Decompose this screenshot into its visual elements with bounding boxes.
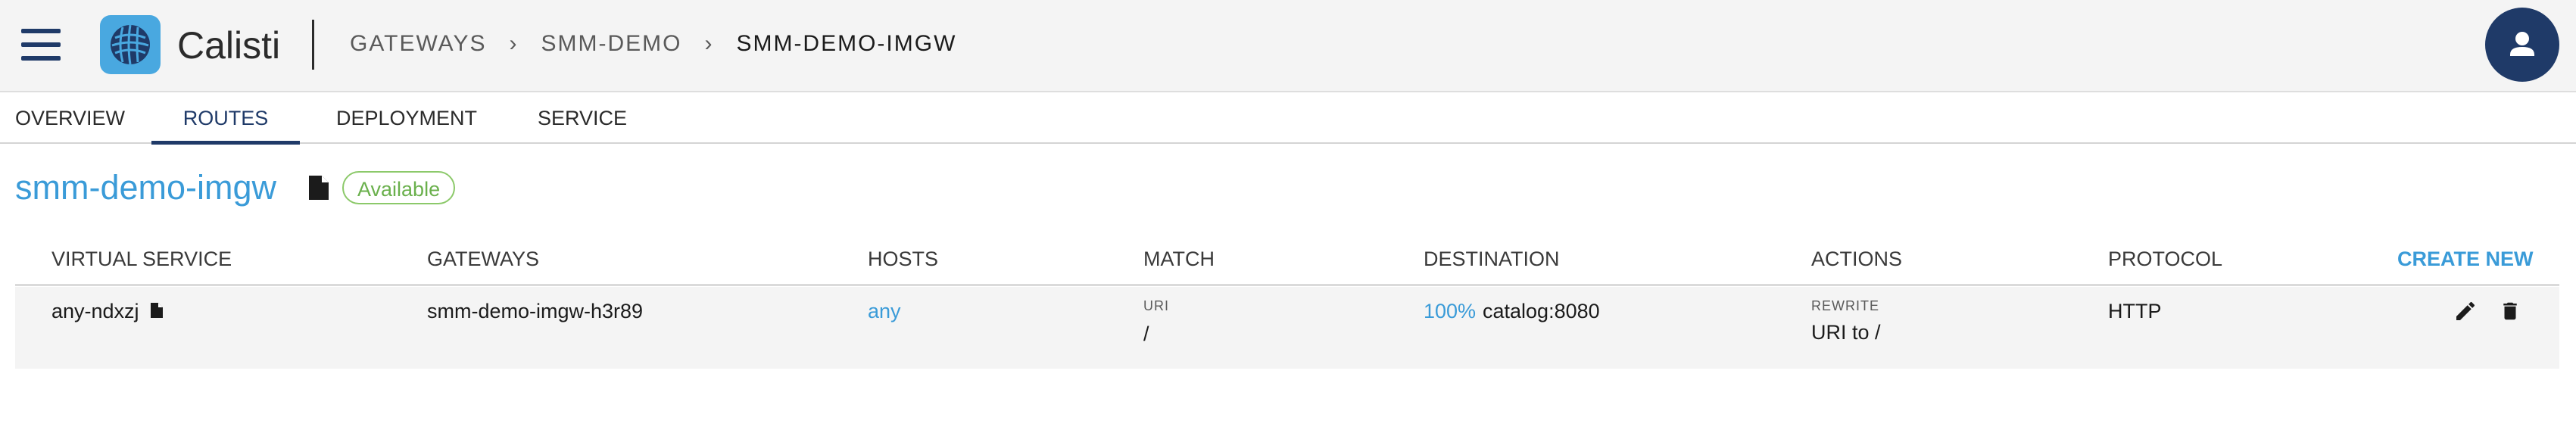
action-value: URI to / [1811,321,1881,344]
tab-bar: OVERVIEW ROUTES DEPLOYMENT SERVICE [0,94,2576,145]
column-header-protocol: PROTOCOL [2108,248,2223,270]
match-value: / [1143,322,1149,345]
app-title: Calisti [177,24,281,67]
table-row: any-ndxzj smm-demo-imgw-h3r89 any URI / … [15,287,2559,369]
tab-overview[interactable]: OVERVIEW [15,94,125,142]
breadcrumb-namespace[interactable]: SMM-DEMO [541,29,681,59]
gateway-name: smm-demo-imgw-h3r89 [427,300,644,322]
action-type-label: REWRITE [1811,298,1879,313]
column-header-gateways: GATEWAYS [427,248,540,270]
routes-table-header: VIRTUAL SERVICE GATEWAYS HOSTS MATCH DES… [15,239,2559,286]
breadcrumb: GATEWAYS › SMM-DEMO › SMM-DEMO-IMGW [350,29,956,59]
trash-icon[interactable] [2499,299,2521,323]
breadcrumb-gateways[interactable]: GATEWAYS [350,29,486,59]
column-header-virtual-service: VIRTUAL SERVICE [51,248,232,270]
pencil-icon[interactable] [2453,299,2478,323]
document-icon[interactable] [307,174,330,201]
column-header-hosts: HOSTS [868,248,939,270]
calisti-logo-icon [100,15,161,74]
tab-routes[interactable]: ROUTES [151,94,300,145]
breadcrumb-chevron-icon: › [509,31,519,56]
match-type-label: URI [1143,298,1169,313]
protocol-value: HTTP [2108,300,2162,322]
host-link[interactable]: any [868,297,901,325]
hamburger-menu-icon[interactable] [21,29,61,61]
header-divider [312,20,314,70]
destination-target: catalog:8080 [1483,300,1600,322]
tab-service[interactable]: SERVICE [538,94,627,142]
column-header-destination: DESTINATION [1424,248,1560,270]
column-header-match: MATCH [1143,248,1215,270]
user-avatar-button[interactable] [2485,8,2559,82]
user-icon [2510,32,2534,56]
destination-weight: 100% [1424,300,1477,322]
create-new-button[interactable]: CREATE NEW [2397,244,2534,274]
status-badge: Available [342,171,456,204]
tab-deployment[interactable]: DEPLOYMENT [336,94,477,142]
document-icon[interactable] [150,302,164,319]
virtual-service-name: any-ndxzj [51,300,139,322]
top-app-bar: Calisti GATEWAYS › SMM-DEMO › SMM-DEMO-I… [0,0,2576,92]
resource-title: smm-demo-imgw [15,168,277,207]
breadcrumb-chevron-icon: › [704,31,714,56]
breadcrumb-current: SMM-DEMO-IMGW [736,31,957,56]
column-header-actions: ACTIONS [1811,248,1903,270]
